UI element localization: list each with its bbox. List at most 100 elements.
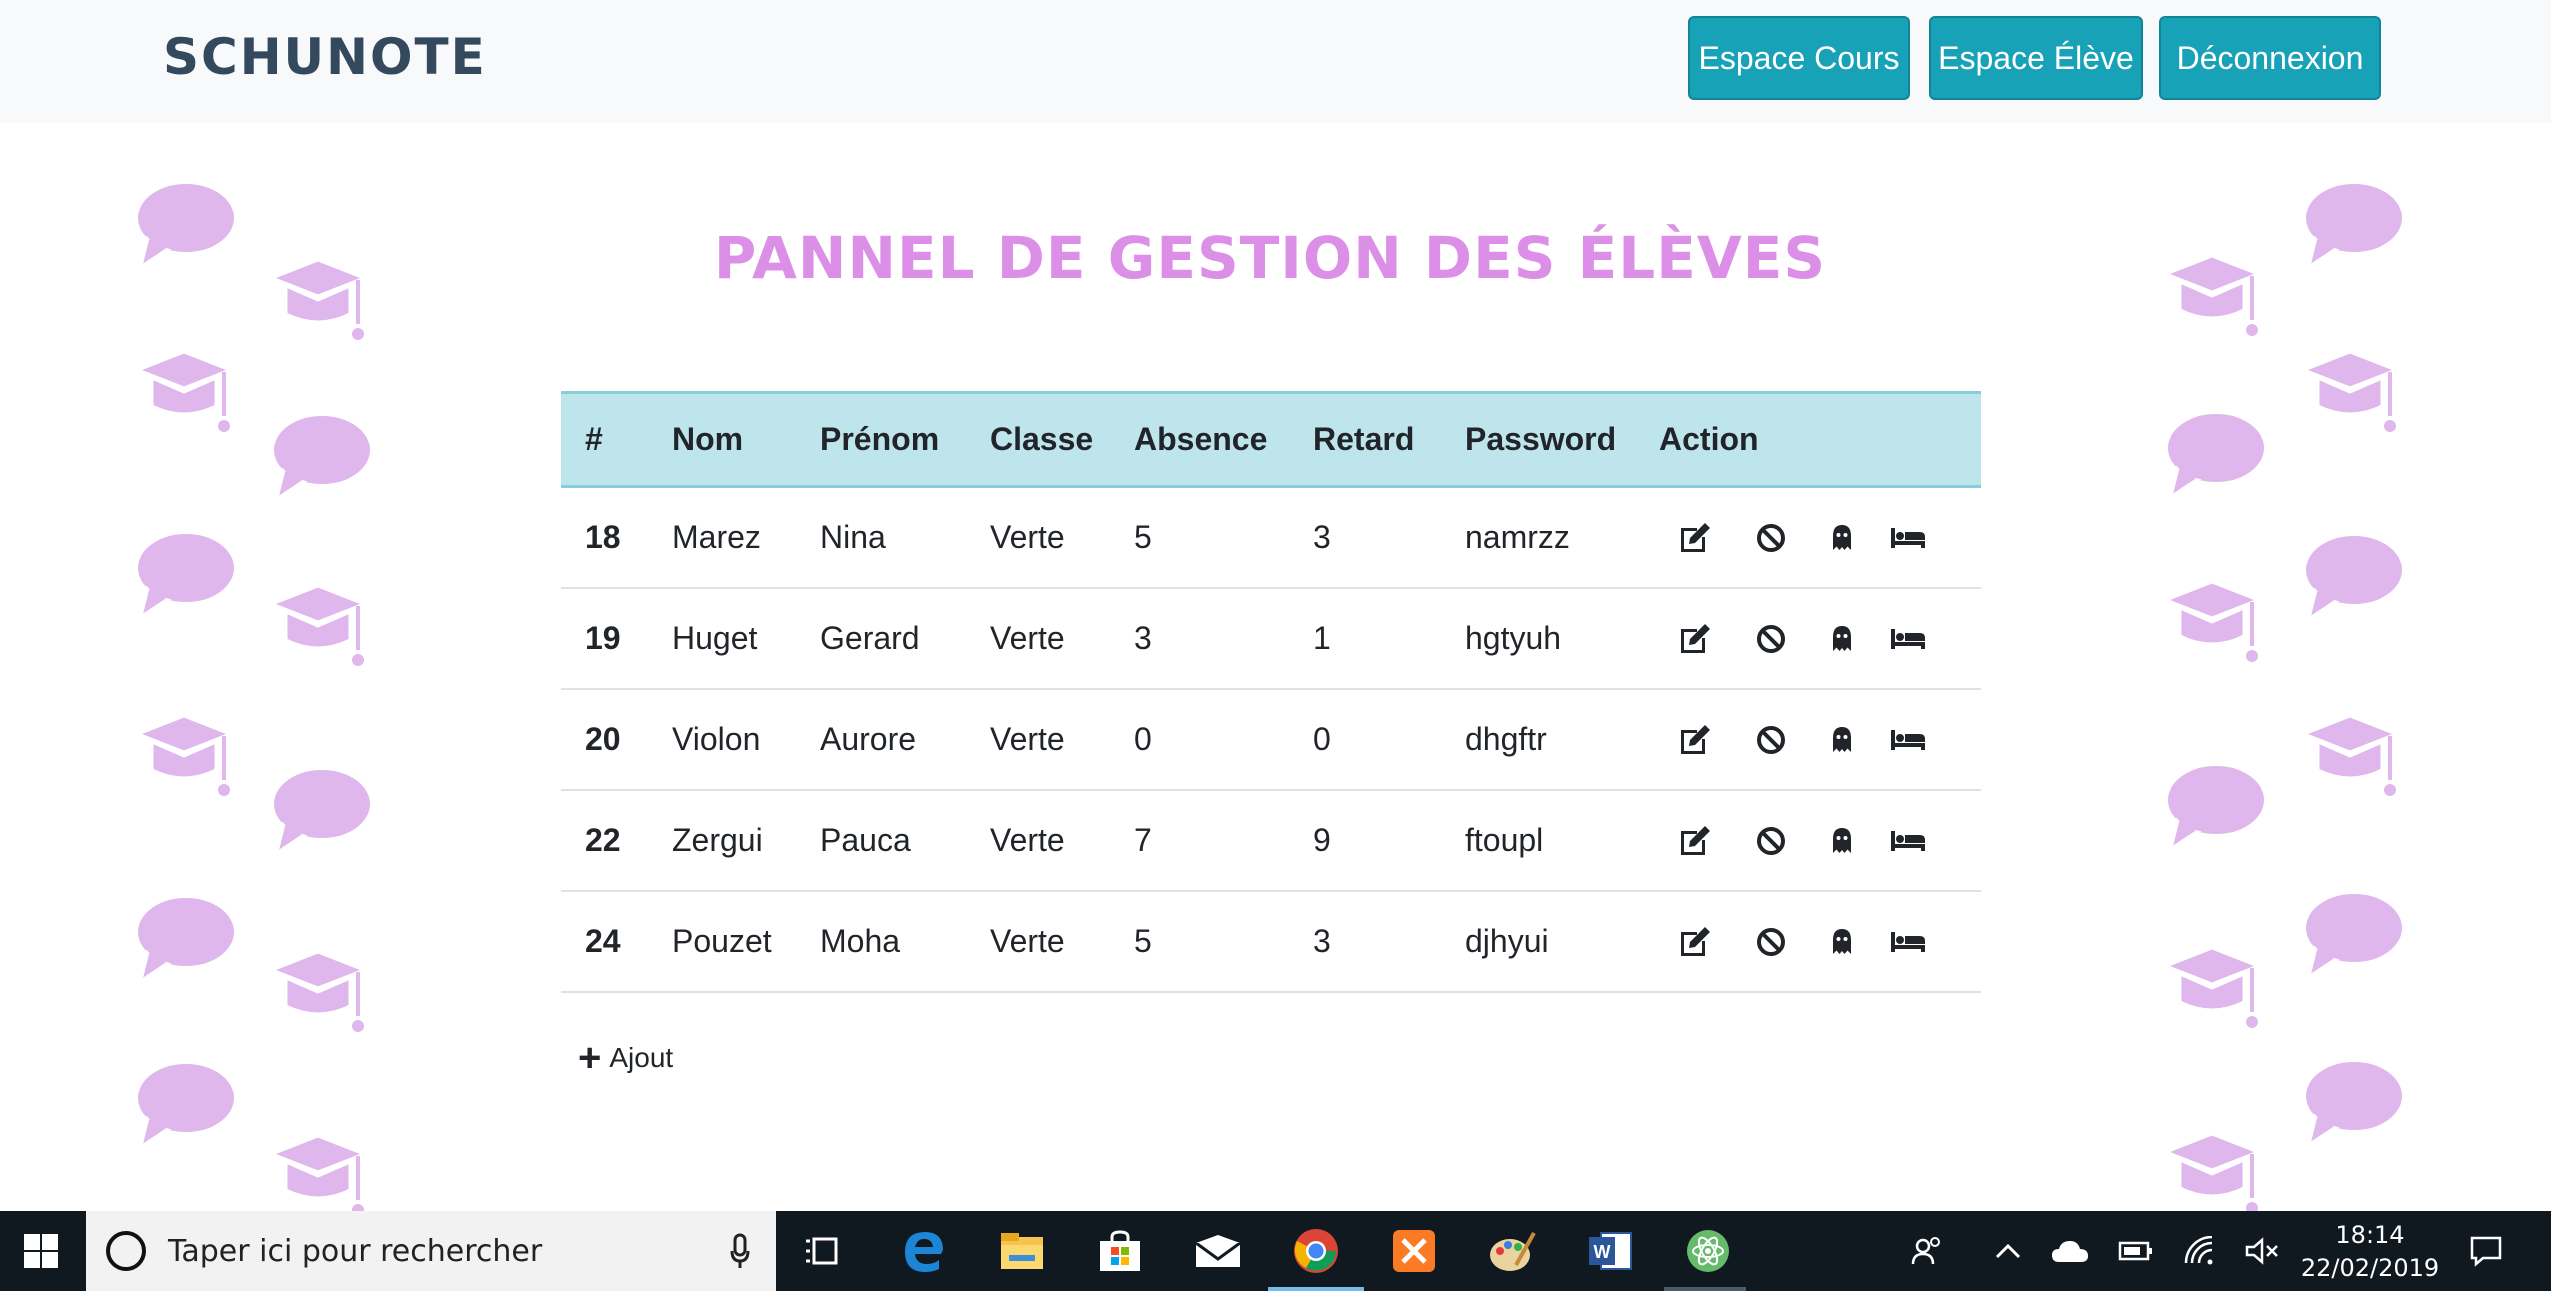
bed-icon[interactable] bbox=[1888, 720, 1928, 760]
volume-muted-icon[interactable] bbox=[2242, 1231, 2282, 1271]
taskbar-search-box[interactable]: Taper ici pour rechercher bbox=[86, 1211, 776, 1291]
espace-eleve-button[interactable]: Espace Élève bbox=[1929, 16, 2143, 100]
speech-bubble-icon bbox=[2298, 1056, 2406, 1152]
edge-icon[interactable] bbox=[896, 1223, 952, 1279]
cell-classe: Verte bbox=[990, 721, 1065, 757]
table-row: 18 Marez Nina Verte 5 3 namrzz bbox=[561, 488, 1981, 589]
ghost-icon[interactable] bbox=[1822, 619, 1862, 659]
running-app-indicator bbox=[1664, 1287, 1746, 1291]
graduation-cap-icon bbox=[2160, 248, 2264, 344]
cell-password: djhyui bbox=[1465, 923, 1549, 959]
bed-icon[interactable] bbox=[1888, 518, 1928, 558]
ghost-icon[interactable] bbox=[1822, 821, 1862, 861]
cell-nom: Marez bbox=[672, 519, 761, 555]
people-icon[interactable] bbox=[1908, 1231, 1948, 1271]
cell-prenom: Aurore bbox=[820, 721, 917, 757]
paint-icon[interactable] bbox=[1484, 1223, 1540, 1279]
task-view-icon[interactable] bbox=[794, 1223, 850, 1279]
ban-icon[interactable] bbox=[1751, 619, 1791, 659]
notifications-icon[interactable] bbox=[2466, 1231, 2506, 1271]
table-row: 22 Zergui Pauca Verte 7 9 ftoupl bbox=[561, 791, 1981, 892]
ghost-icon[interactable] bbox=[1822, 518, 1862, 558]
xampp-icon[interactable] bbox=[1386, 1223, 1442, 1279]
graduation-cap-icon bbox=[2298, 708, 2402, 804]
cell-id: 18 bbox=[585, 519, 621, 555]
speech-bubble-icon bbox=[130, 528, 238, 624]
graduation-cap-icon bbox=[132, 344, 236, 440]
graduation-cap-icon bbox=[2160, 940, 2264, 1036]
cell-id: 24 bbox=[585, 923, 621, 959]
cell-password: ftoupl bbox=[1465, 822, 1544, 858]
cell-id: 20 bbox=[585, 721, 621, 757]
cell-classe: Verte bbox=[990, 822, 1065, 858]
bed-icon[interactable] bbox=[1888, 821, 1928, 861]
taskbar-clock[interactable]: 18:14 22/02/2019 bbox=[2290, 1219, 2450, 1285]
cell-retard: 3 bbox=[1313, 923, 1331, 959]
ban-icon[interactable] bbox=[1751, 922, 1791, 962]
cell-absence: 0 bbox=[1134, 721, 1152, 757]
chevron-up-icon[interactable] bbox=[1988, 1231, 2028, 1271]
ghost-icon[interactable] bbox=[1822, 720, 1862, 760]
column-header-absence: Absence bbox=[1134, 421, 1268, 457]
column-header-password: Password bbox=[1465, 421, 1617, 457]
microphone-icon[interactable] bbox=[730, 1231, 750, 1271]
navbar: SCHUNOTE Espace Cours Espace Élève Décon… bbox=[0, 0, 2551, 123]
cell-nom: Violon bbox=[672, 721, 761, 757]
store-icon[interactable] bbox=[1092, 1223, 1148, 1279]
windows-start-button[interactable] bbox=[0, 1211, 82, 1291]
cell-retard: 3 bbox=[1313, 519, 1331, 555]
graduation-cap-icon bbox=[2160, 1126, 2264, 1222]
bed-icon[interactable] bbox=[1888, 922, 1928, 962]
cell-nom: Zergui bbox=[672, 822, 763, 858]
onedrive-icon[interactable] bbox=[2050, 1231, 2090, 1271]
graduation-cap-icon bbox=[266, 578, 370, 674]
wifi-icon[interactable] bbox=[2180, 1231, 2220, 1271]
edit-icon[interactable] bbox=[1675, 619, 1715, 659]
edit-icon[interactable] bbox=[1675, 821, 1715, 861]
ghost-icon[interactable] bbox=[1822, 922, 1862, 962]
deconnexion-button[interactable]: Déconnexion bbox=[2159, 16, 2381, 100]
ban-icon[interactable] bbox=[1751, 518, 1791, 558]
cell-classe: Verte bbox=[990, 923, 1065, 959]
ban-icon[interactable] bbox=[1751, 720, 1791, 760]
mail-icon[interactable] bbox=[1190, 1223, 1246, 1279]
table-body: 18 Marez Nina Verte 5 3 namrzz 19 Huget … bbox=[561, 488, 1981, 993]
column-header-id: # bbox=[585, 421, 603, 457]
cell-prenom: Nina bbox=[820, 519, 886, 555]
atom-icon[interactable] bbox=[1680, 1223, 1736, 1279]
svg-text:W: W bbox=[1594, 1242, 1611, 1262]
active-app-indicator bbox=[1268, 1287, 1364, 1291]
cell-nom: Huget bbox=[672, 620, 758, 656]
graduation-cap-icon bbox=[132, 708, 236, 804]
edit-icon[interactable] bbox=[1675, 518, 1715, 558]
cell-classe: Verte bbox=[990, 620, 1065, 656]
cell-absence: 5 bbox=[1134, 923, 1152, 959]
speech-bubble-icon bbox=[2298, 178, 2406, 274]
ban-icon[interactable] bbox=[1751, 821, 1791, 861]
table-row: 19 Huget Gerard Verte 3 1 hgtyuh bbox=[561, 589, 1981, 690]
bed-icon[interactable] bbox=[1888, 619, 1928, 659]
speech-bubble-icon bbox=[2298, 530, 2406, 626]
windows-taskbar: Taper ici pour rechercher W 18:14 22/02/… bbox=[0, 1211, 2551, 1291]
table-row: 20 Violon Aurore Verte 0 0 dhgftr bbox=[561, 690, 1981, 791]
cell-id: 19 bbox=[585, 620, 621, 656]
column-header-nom: Nom bbox=[672, 421, 744, 457]
word-icon[interactable]: W bbox=[1582, 1223, 1638, 1279]
add-student-button[interactable]: + Ajout bbox=[578, 1038, 673, 1078]
graduation-cap-icon bbox=[266, 944, 370, 1040]
graduation-cap-icon bbox=[2298, 344, 2402, 440]
speech-bubble-icon bbox=[130, 178, 238, 274]
page-title: PANNEL DE GESTION DES ÉLÈVES bbox=[713, 224, 1827, 292]
brand-logo[interactable]: SCHUNOTE bbox=[163, 22, 487, 92]
espace-cours-button[interactable]: Espace Cours bbox=[1688, 16, 1910, 100]
cell-password: hgtyuh bbox=[1465, 620, 1562, 656]
battery-icon[interactable] bbox=[2116, 1231, 2156, 1271]
add-label: Ajout bbox=[609, 1042, 674, 1073]
file-explorer-icon[interactable] bbox=[994, 1223, 1050, 1279]
cell-nom: Pouzet bbox=[672, 923, 772, 959]
edit-icon[interactable] bbox=[1675, 720, 1715, 760]
chrome-icon[interactable] bbox=[1288, 1223, 1344, 1279]
edit-icon[interactable] bbox=[1675, 922, 1715, 962]
speech-bubble-icon bbox=[2160, 408, 2268, 504]
speech-bubble-icon bbox=[130, 892, 238, 988]
